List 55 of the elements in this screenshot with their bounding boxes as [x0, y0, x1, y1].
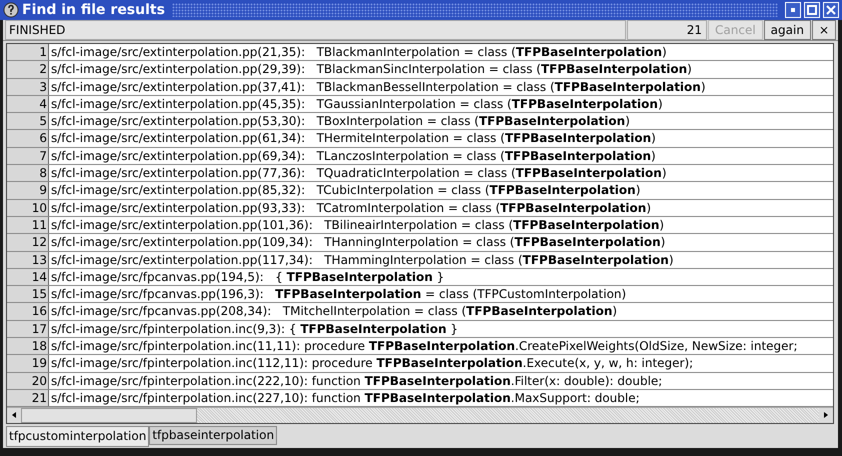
result-line[interactable]: s/fcl-image/src/fpcanvas.pp(194,5): { TFPBaseInterpolation }	[49, 268, 444, 286]
result-line[interactable]: s/fcl-image/src/extinterpolation.pp(85,32): TCubicInterpolation = class (TFPBaseInterpolation)	[49, 182, 640, 199]
row-number: 7	[7, 148, 49, 164]
result-line[interactable]: s/fcl-image/src/fpcanvas.pp(196,3): TFPBaseInterpolation = class (TFPCustomInterpolation)	[49, 286, 626, 302]
row-number: 19	[7, 355, 49, 372]
result-line[interactable]: s/fcl-image/src/extinterpolation.pp(61,34): THermiteInterpolation = class (TFPBaseInterpolation)	[49, 130, 656, 147]
maximize-icon[interactable]	[804, 2, 820, 18]
status-field: FINISHED	[5, 20, 626, 40]
result-line[interactable]: s/fcl-image/src/fpinterpolation.inc(227,10): function TFPBaseInterpolation.MaxSupport: double;	[49, 390, 640, 406]
row-number: 11	[7, 216, 49, 234]
file-tab[interactable]: tfpcustominterpolation	[6, 426, 150, 447]
result-line[interactable]: s/fcl-image/src/extinterpolation.pp(21,35): TBlackmanInterpolation = class (TFPBaseInterpolation)	[49, 44, 667, 60]
minimize-icon[interactable]	[785, 2, 801, 18]
result-line[interactable]: s/fcl-image/src/fpinterpolation.inc(222,10): function TFPBaseInterpolation.Filter(x: double): double;	[49, 372, 662, 389]
row-number: 12	[7, 234, 49, 251]
close-icon[interactable]	[823, 2, 839, 18]
result-line[interactable]: s/fcl-image/src/extinterpolation.pp(29,39): TBlackmanSincInterpolation = class (TFPBaseInterpolation)	[49, 61, 692, 78]
result-line[interactable]: s/fcl-image/src/extinterpolation.pp(45,35): TGaussianInterpolation = class (TFPBaseInterpolation)	[49, 96, 663, 112]
row-number: 18	[7, 338, 49, 354]
result-line[interactable]: s/fcl-image/src/extinterpolation.pp(109,34): THanningInterpolation = class (TFPBaseInterpolation)	[49, 234, 666, 251]
result-count: 21	[627, 20, 708, 40]
row-number: 3	[7, 78, 49, 95]
file-tab[interactable]: tfpbaseinterpolation	[149, 426, 278, 445]
row-number: 20	[7, 372, 49, 389]
row-number: 10	[7, 200, 49, 216]
row-number: 13	[7, 252, 49, 268]
row-number: 9	[7, 182, 49, 199]
row-number: 14	[7, 268, 49, 286]
result-line[interactable]: s/fcl-image/src/fpinterpolation.inc(9,3): { TFPBaseInterpolation }	[49, 320, 458, 338]
row-number: 5	[7, 113, 49, 130]
row-number: 1	[7, 44, 49, 60]
scrollbar-thumb[interactable]	[21, 408, 197, 424]
result-line[interactable]: s/fcl-image/src/extinterpolation.pp(93,33): TCatromInterpolation = class (TFPBaseInterpolation)	[49, 200, 651, 216]
result-line[interactable]: s/fcl-image/src/extinterpolation.pp(101,36): TBilineairInterpolation = class (TFPBaseInterpolation)	[49, 216, 664, 234]
row-number: 6	[7, 130, 49, 147]
result-line[interactable]: s/fcl-image/src/extinterpolation.pp(53,30): TBoxInterpolation = class (TFPBaseInterpolation)	[49, 113, 630, 130]
help-icon[interactable]	[3, 2, 19, 18]
result-line[interactable]: s/fcl-image/src/extinterpolation.pp(117,34): THammingInterpolation = class (TFPBaseInterpolation)	[49, 252, 674, 268]
result-line[interactable]: s/fcl-image/src/fpinterpolation.inc(112,11): procedure TFPBaseInterpolation.Execute(x, y, w, h: integer);	[49, 355, 694, 372]
row-number: 15	[7, 286, 49, 302]
row-number: 17	[7, 320, 49, 338]
row-number: 16	[7, 303, 49, 320]
result-line[interactable]: s/fcl-image/src/extinterpolation.pp(69,34): TLanczosInterpolation = class (TFPBaseInterpolation)	[49, 148, 656, 164]
row-number: 2	[7, 61, 49, 78]
row-number: 8	[7, 165, 49, 182]
row-number: 4	[7, 96, 49, 112]
toolbar-button[interactable]: again	[764, 20, 811, 40]
result-line[interactable]: s/fcl-image/src/fpcanvas.pp(208,34): TMitchelInterpolation = class (TFPBaseInterpolation)	[49, 303, 618, 320]
horizontal-scrollbar[interactable]	[7, 407, 833, 424]
window-title: Find in file results	[22, 2, 165, 18]
row-number: 21	[7, 390, 49, 406]
close-button[interactable]: ×	[812, 20, 836, 40]
result-line[interactable]: s/fcl-image/src/extinterpolation.pp(37,41): TBlackmanBesselInterpolation = class (TFPBaseInterpolation)	[49, 78, 706, 95]
result-line[interactable]: s/fcl-image/src/extinterpolation.pp(77,36): TQuadraticInterpolation = class (TFPBaseInterpolation)	[49, 165, 667, 182]
result-line[interactable]: s/fcl-image/src/fpinterpolation.inc(11,11): procedure TFPBaseInterpolation.CreatePixelWeights(OldSize, NewSize: integer;	[49, 338, 798, 354]
